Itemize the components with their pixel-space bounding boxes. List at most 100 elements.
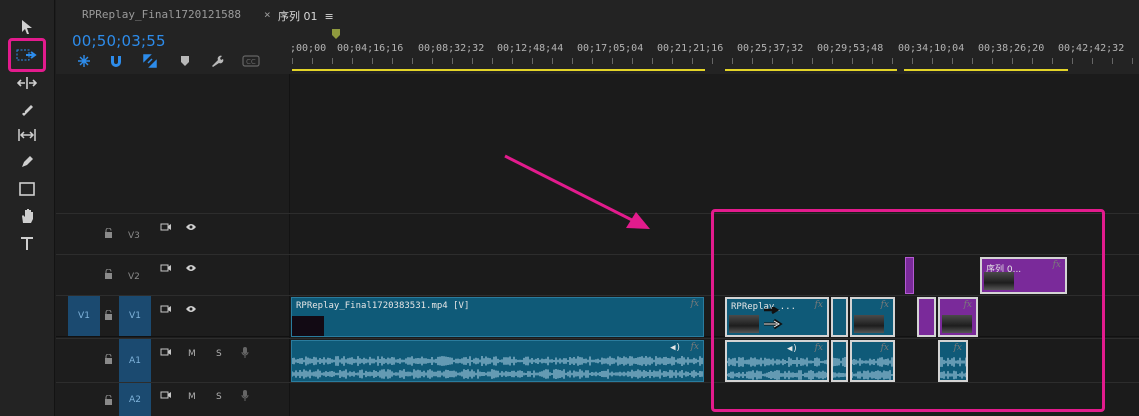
audio-waveform [940, 357, 966, 380]
timeline-header: 00;50;03;55 CC [56, 28, 290, 74]
track-v3: V3 [56, 213, 1139, 254]
fx-badge: fx [880, 343, 889, 353]
audio-clip[interactable]: fx [850, 340, 895, 382]
clip-thumbnail [854, 315, 884, 333]
audio-clip[interactable]: fx ◀) [725, 340, 829, 382]
ruler-tick-mark [532, 58, 533, 64]
ruler-tick-label: 00;42;42;32 [1058, 43, 1125, 54]
clip-thumbnail [984, 272, 1014, 290]
ruler-tick-mark [832, 58, 833, 64]
speaker-icon: ◀) [787, 344, 798, 354]
sync-lock-icon[interactable] [160, 263, 172, 273]
sync-lock-icon[interactable] [160, 222, 172, 232]
source-patch-v1[interactable]: V1 [68, 296, 100, 336]
sync-lock-icon[interactable] [160, 390, 172, 400]
mute-button[interactable]: M [188, 392, 196, 402]
playhead-timecode[interactable]: 00;50;03;55 [72, 32, 166, 50]
track-header-v1: V1 V1 [56, 296, 290, 336]
ruler-tick-mark [452, 58, 453, 64]
nested-clip[interactable]: fx [938, 297, 978, 337]
ruler-tick-mark [652, 58, 653, 64]
track-target-a2[interactable]: A2 [119, 383, 151, 416]
ruler-tick-mark [892, 58, 893, 64]
add-marker-icon[interactable] [177, 54, 193, 68]
video-clip[interactable] [831, 297, 848, 337]
speaker-icon: ◀) [670, 343, 681, 353]
timeline-settings-wrench-icon[interactable] [209, 54, 225, 68]
playhead-marker-icon[interactable] [332, 29, 340, 39]
audio-clip[interactable] [831, 340, 848, 382]
ruler-tick-mark [512, 58, 513, 64]
ruler-tick-mark [552, 58, 553, 64]
ripple-edit-tool-icon[interactable] [8, 70, 46, 96]
sync-lock-icon[interactable] [160, 304, 172, 314]
insert-nest-icon[interactable] [76, 54, 92, 68]
hand-tool-icon[interactable] [8, 203, 46, 229]
ruler-tick-mark [1092, 58, 1093, 64]
rpreplay-clip[interactable]: RPReplay_... fx [725, 297, 829, 337]
main-audio-clip[interactable]: fx ◀) [291, 340, 704, 382]
sync-lock-icon[interactable] [160, 347, 172, 357]
snap-icon[interactable] [108, 54, 124, 68]
linked-selection-icon[interactable] [142, 54, 158, 68]
track-header-a1: A1 M S [56, 339, 290, 382]
eye-icon[interactable] [185, 264, 197, 272]
razor-tool-icon[interactable] [8, 96, 46, 122]
solo-button[interactable]: S [216, 392, 222, 402]
fx-badge: fx [953, 343, 962, 353]
lock-icon[interactable] [104, 228, 113, 238]
work-area-bar [292, 69, 705, 71]
track-target-v1[interactable]: V1 [119, 296, 151, 336]
ruler-tick-mark [912, 58, 913, 64]
ruler-tick-mark [792, 58, 793, 64]
ruler-tick-label: ;00;00 [290, 43, 327, 54]
ruler-tick-mark [952, 58, 953, 64]
ruler-tick-mark [1072, 58, 1073, 64]
work-area-bar [904, 69, 1068, 71]
selection-tool-icon[interactable] [8, 14, 46, 40]
track-select-forward-tool-icon[interactable] [8, 38, 46, 72]
ruler-tick-label: 00;25;37;32 [737, 43, 804, 54]
eye-icon[interactable] [185, 305, 197, 313]
ruler-tick-label: 00;04;16;16 [337, 43, 404, 54]
main-video-clip[interactable]: RPReplay_Final1720383531.mp4 [V] fx [291, 297, 704, 337]
clip-thumbnail [942, 315, 972, 333]
nested-clip-small[interactable] [905, 257, 914, 294]
ruler-tick-label: 00;38;26;20 [978, 43, 1045, 54]
lock-icon[interactable] [104, 395, 113, 405]
ruler-tick-mark [812, 58, 813, 64]
track-a2: A2 M S [56, 382, 1139, 416]
ruler-tick-mark [692, 58, 693, 64]
tab-project-sequence[interactable]: RPReplay_Final1720121588 [82, 8, 241, 21]
type-tool-icon[interactable] [8, 230, 46, 256]
slip-tool-icon[interactable] [8, 122, 46, 148]
pen-tool-icon[interactable] [8, 149, 46, 175]
eye-icon[interactable] [185, 223, 197, 231]
microphone-icon[interactable] [241, 390, 249, 402]
ruler-tick-mark [1032, 58, 1033, 64]
lock-icon[interactable] [104, 310, 113, 320]
lock-icon[interactable] [104, 269, 113, 279]
track-target-a1[interactable]: A1 [119, 339, 151, 382]
track-v1: V1 V1 RPReplay_Final1720383531.mp4 [V] f… [56, 295, 1139, 337]
ruler-tick-mark [412, 58, 413, 64]
audio-clip[interactable]: fx [938, 340, 968, 382]
fx-badge: fx [880, 300, 889, 310]
rectangle-tool-icon[interactable] [8, 176, 46, 202]
panel-menu-icon[interactable]: ≡ [325, 10, 334, 23]
solo-button[interactable]: S [216, 349, 222, 359]
tab-close-icon[interactable]: × [264, 8, 271, 21]
nested-sequence-clip[interactable]: 序列 0... fx [980, 257, 1067, 294]
lock-icon[interactable] [104, 354, 113, 364]
microphone-icon[interactable] [241, 347, 249, 359]
captions-icon[interactable]: CC [242, 54, 260, 68]
nested-clip[interactable] [917, 297, 936, 337]
ruler-tick-mark [1132, 58, 1133, 64]
time-ruler[interactable]: ;00;00 00;04;16;16 00;08;32;32 00;12;48;… [290, 28, 1139, 74]
fx-badge: fx [814, 343, 823, 353]
ruler-tick-mark [712, 58, 713, 64]
mute-button[interactable]: M [188, 349, 196, 359]
work-area-bar [725, 69, 897, 71]
track-select-cursor-icon [764, 307, 783, 330]
video-clip[interactable]: fx [850, 297, 895, 337]
